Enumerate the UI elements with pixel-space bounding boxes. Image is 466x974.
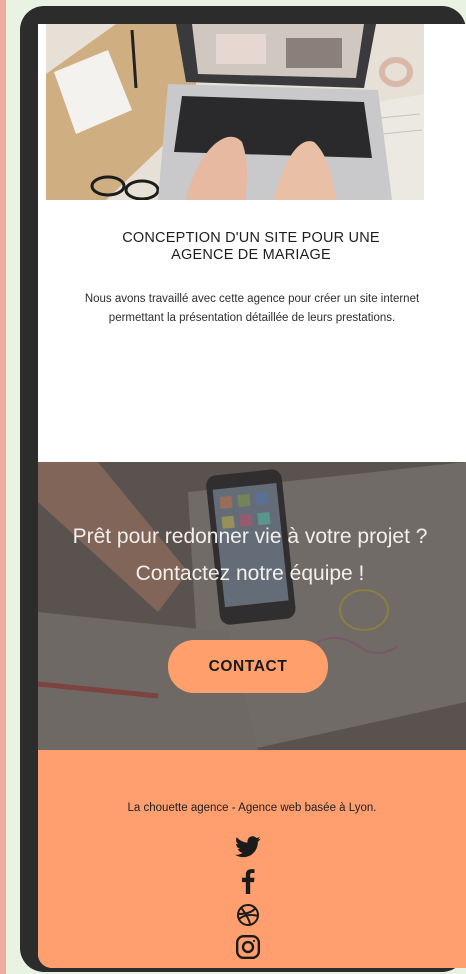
- footer: La chouette agence - Agence web basée à …: [38, 750, 466, 968]
- project-title: CONCEPTION D'UN SITE POUR UNE AGENCE DE …: [66, 230, 436, 264]
- facebook-icon[interactable]: [234, 868, 262, 894]
- twitter-icon[interactable]: [234, 834, 262, 860]
- cta-heading-line1: Prêt pour redonner vie à votre projet ?: [72, 525, 428, 548]
- project-description: Nous avons travaillé avec cette agence p…: [84, 293, 420, 324]
- cta-section: Prêt pour redonner vie à votre projet ? …: [38, 462, 466, 750]
- page-left-edge: [0, 0, 6, 974]
- phone-screen[interactable]: CONCEPTION D'UN SITE POUR UNE AGENCE DE …: [38, 24, 466, 968]
- instagram-icon[interactable]: [234, 934, 262, 960]
- project-title-line2: AGENCE DE MARIAGE: [171, 247, 331, 263]
- project-hero-image: [46, 24, 424, 200]
- contact-button[interactable]: CONTACT: [168, 640, 328, 693]
- footer-tagline: La chouette agence - Agence web basée à …: [127, 802, 377, 814]
- project-title-line1: CONCEPTION D'UN SITE POUR UNE: [122, 230, 380, 246]
- cta-heading-line2: Contactez notre équipe !: [135, 562, 365, 585]
- dribbble-icon[interactable]: [234, 902, 262, 928]
